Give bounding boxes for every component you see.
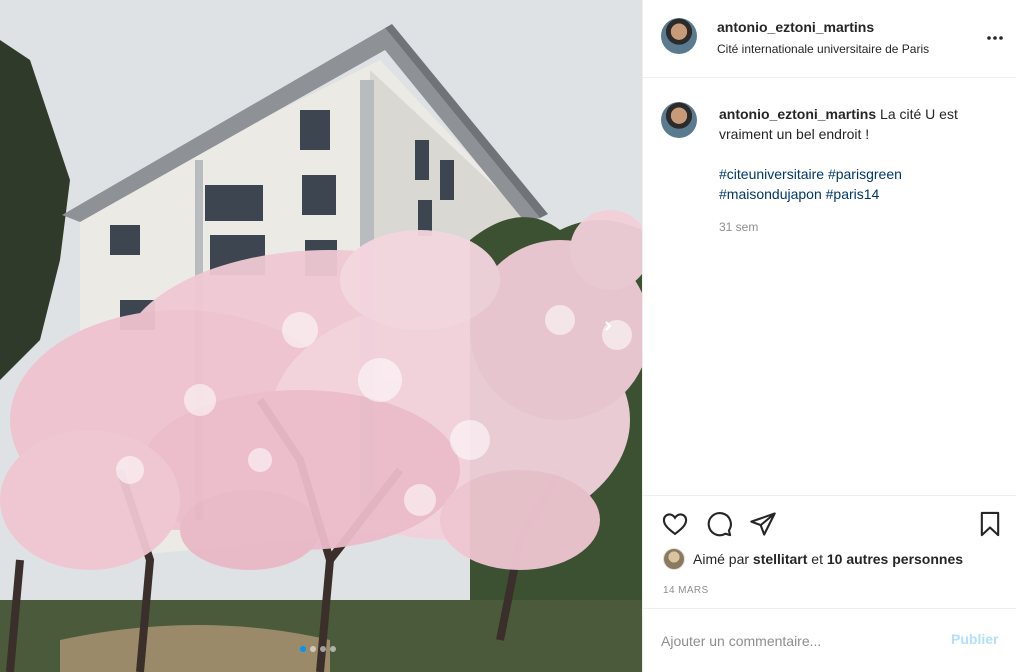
post-details-panel: antonio_eztoni_martins Cité internationa…: [642, 0, 1016, 672]
paper-plane-icon: [750, 512, 776, 536]
header-location[interactable]: Cité internationale universitaire de Par…: [717, 42, 929, 56]
liked-prefix: Aimé par: [693, 551, 750, 567]
comment-bubble-icon: [707, 512, 732, 537]
caption-username[interactable]: antonio_eztoni_martins: [719, 106, 876, 122]
caption-text: antonio_eztoni_martins La cité U est vra…: [719, 104, 999, 204]
publish-button[interactable]: Publier: [951, 631, 998, 647]
liker-avatar[interactable]: [663, 548, 685, 570]
hashtag-link[interactable]: #maisondujapon: [719, 186, 822, 202]
carousel-dot: [300, 646, 306, 652]
cherry-blossom-building-image: [0, 0, 642, 672]
more-horizontal-icon: [987, 36, 1003, 40]
heart-icon: [662, 513, 688, 536]
avatar[interactable]: [661, 18, 697, 54]
avatar[interactable]: [661, 102, 697, 138]
header-username[interactable]: antonio_eztoni_martins: [717, 19, 874, 35]
comment-form: Publier: [643, 608, 1016, 672]
post-photo[interactable]: [0, 0, 642, 672]
save-button[interactable]: [976, 510, 1004, 538]
carousel-next-button[interactable]: [602, 320, 632, 350]
liked-and: et: [811, 551, 823, 567]
carousel-dot: [330, 646, 336, 652]
comment-input[interactable]: [661, 627, 941, 655]
post-header: antonio_eztoni_martins Cité internationa…: [643, 0, 1016, 78]
hashtag-link[interactable]: #paris14: [826, 186, 880, 202]
like-button[interactable]: [661, 510, 689, 538]
chevron-right-icon: [605, 321, 612, 331]
share-button[interactable]: [749, 510, 777, 538]
more-options-button[interactable]: [983, 26, 1007, 50]
liked-others-link[interactable]: 10 autres personnes: [827, 551, 963, 567]
caption-time[interactable]: 31 sem: [719, 220, 758, 234]
comment-button[interactable]: [705, 510, 733, 538]
bookmark-icon: [980, 511, 1000, 537]
carousel-indicator: [300, 646, 336, 652]
carousel-dot: [310, 646, 316, 652]
hashtag-link[interactable]: #citeuniversitaire: [719, 166, 824, 182]
likes-summary: Aimé par stellitart et 10 autres personn…: [663, 548, 963, 570]
hashtag-link[interactable]: #parisgreen: [828, 166, 902, 182]
hashtag-list: #citeuniversitaire #parisgreen #maisondu…: [719, 164, 999, 204]
liked-user-link[interactable]: stellitart: [753, 551, 807, 567]
carousel-dot: [320, 646, 326, 652]
post-caption: antonio_eztoni_martins La cité U est vra…: [643, 78, 1016, 494]
post-date[interactable]: 14 MARS: [663, 585, 709, 596]
post-actions: Aimé par stellitart et 10 autres personn…: [643, 495, 1016, 608]
